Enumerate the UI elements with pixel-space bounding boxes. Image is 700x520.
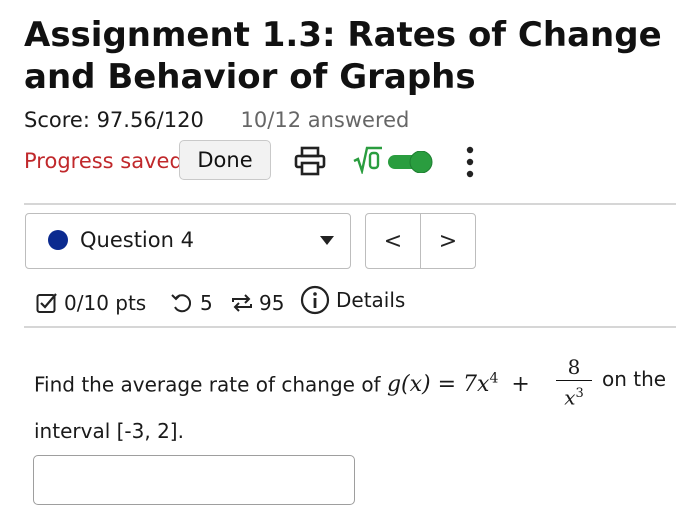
question-selector[interactable]: Question 4 — [25, 213, 351, 269]
fraction: 8 x3 — [556, 355, 592, 410]
checkbox-icon — [36, 293, 57, 313]
fraction-bar — [556, 380, 592, 381]
divider — [24, 203, 676, 205]
retries-item: 5 — [170, 291, 213, 315]
function-expression: g(x) = 7x4 + — [386, 371, 530, 398]
attempts-item: 95 — [229, 291, 284, 315]
fraction-denominator-exp: 3 — [575, 386, 584, 401]
question-suffix: on the — [602, 367, 667, 391]
question-nav-group: < > — [365, 213, 476, 269]
question-status-dot — [48, 230, 68, 250]
details-label: Details — [336, 288, 406, 312]
question-selector-label: Question 4 — [80, 228, 194, 252]
retries-count: 5 — [200, 291, 213, 315]
fraction-denominator-var: x — [564, 385, 576, 410]
previous-question-button[interactable]: < — [366, 214, 420, 268]
progress-saved-status: Progress saved — [24, 149, 183, 173]
answered-count: 10/12 answered — [240, 108, 410, 132]
attempts-count: 95 — [259, 291, 285, 315]
fraction-numerator: 8 — [567, 355, 581, 379]
fraction-denominator: x3 — [556, 382, 592, 410]
plus-sign: + — [511, 372, 530, 398]
question-line-1: Find the average rate of change of g(x) … — [34, 367, 530, 397]
repeat-icon — [232, 294, 252, 312]
toggle-track-icon — [388, 150, 433, 174]
function-exponent: 4 — [489, 371, 499, 387]
function-lhs: g(x) = 7x — [386, 372, 490, 398]
math-toggle-switch[interactable] — [388, 150, 434, 174]
info-icon — [300, 285, 330, 315]
score-text: Score: 97.56/120 — [24, 108, 204, 132]
done-button[interactable]: Done — [179, 140, 271, 180]
answer-input[interactable] — [33, 455, 355, 505]
status-bar: Progress saved Done — [24, 140, 684, 182]
details-link[interactable]: Details — [300, 285, 405, 315]
caret-down-icon — [320, 236, 334, 245]
divider — [24, 326, 676, 328]
retry-icon — [171, 294, 192, 313]
print-icon[interactable] — [294, 146, 326, 176]
points-text: 0/10 pts — [64, 291, 147, 315]
math-keyboard-icon[interactable] — [353, 144, 383, 174]
question-line-2: interval [-3, 2]. — [34, 419, 184, 443]
more-options-icon[interactable] — [460, 142, 480, 182]
score-row: Score: 97.56/120 10/12 answered — [24, 107, 409, 133]
page-title: Assignment 1.3: Rates of Change and Beha… — [24, 15, 662, 97]
next-question-button[interactable]: > — [420, 214, 475, 268]
points-item: 0/10 pts — [36, 291, 146, 315]
question-meta: 0/10 pts 5 95 Details — [36, 285, 676, 321]
question-prefix: Find the average rate of change of — [34, 372, 381, 397]
